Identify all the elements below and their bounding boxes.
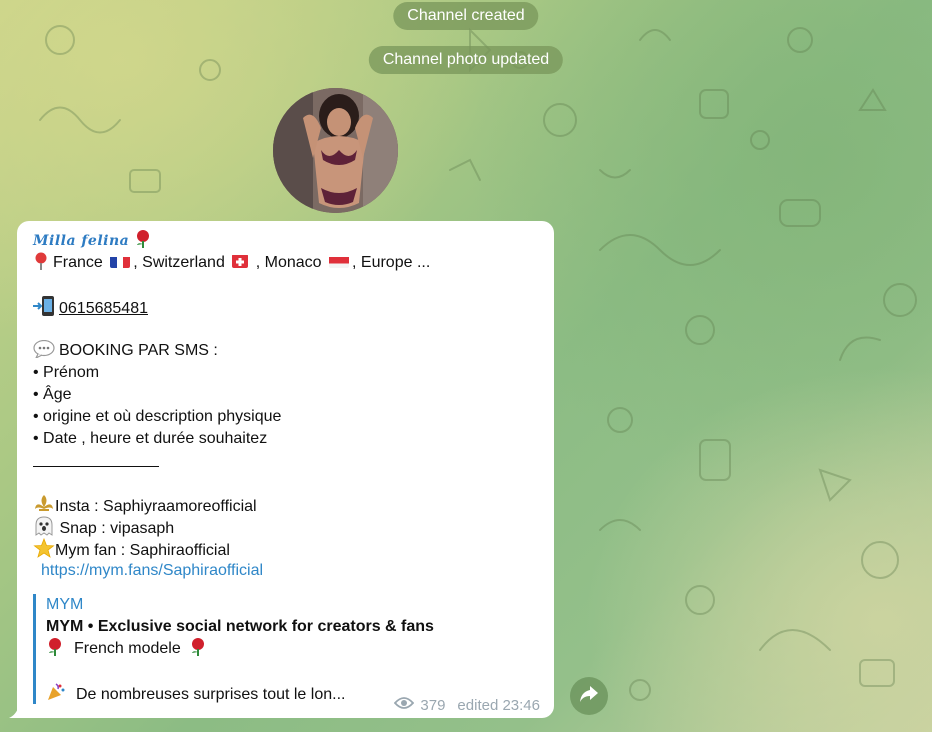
channel-post-bubble[interactable]: Milla felina France , Switzerland , Mona… bbox=[17, 221, 554, 718]
phone-number-link[interactable]: 0615685481 bbox=[59, 300, 148, 317]
view-count: 379 bbox=[420, 696, 446, 714]
mym-text: Mym fan : Saphiraofficial bbox=[55, 542, 230, 559]
mobile-phone-arrow-emoji bbox=[33, 296, 55, 323]
insta-text: Insta : Saphiyraamoreofficial bbox=[55, 498, 257, 515]
separator-line bbox=[33, 466, 159, 467]
booking-item: • origine et où description physique bbox=[33, 408, 282, 425]
switzerland-flag-icon bbox=[232, 254, 249, 268]
location-monaco: , Monaco bbox=[255, 254, 322, 271]
preview-line-2: De nombreuses surprises tout le lon... bbox=[46, 682, 345, 704]
eye-icon bbox=[394, 696, 415, 714]
post-phone-line: 0615685481 bbox=[33, 296, 148, 323]
preview-line-1-text: French modele bbox=[74, 640, 181, 657]
channel-photo-image bbox=[273, 88, 398, 213]
preview-line-1: French modele bbox=[46, 638, 211, 663]
mym-link-text[interactable]: https://mym.fans/Saphiraofficial bbox=[41, 562, 263, 579]
booking-item: • Âge bbox=[33, 386, 72, 403]
post-author: Milla felina bbox=[33, 233, 130, 249]
booking-title: BOOKING PAR SMS : bbox=[59, 342, 218, 359]
post-meta: 379 edited 23:46 bbox=[394, 696, 540, 714]
post-location-line: France , Switzerland , Monaco , Europe .… bbox=[33, 252, 430, 277]
link-preview[interactable]: MYM MYM • Exclusive social network for c… bbox=[33, 594, 536, 704]
booking-item: • Prénom bbox=[33, 364, 100, 381]
france-flag-icon bbox=[110, 255, 131, 268]
service-message-channel-created: Channel created bbox=[393, 2, 539, 30]
preview-site-name: MYM bbox=[46, 596, 84, 613]
preview-line-2-text: De nombreuses surprises tout le lon... bbox=[76, 686, 346, 703]
party-popper-emoji bbox=[46, 682, 66, 704]
channel-photo[interactable] bbox=[273, 88, 398, 213]
monaco-flag-icon bbox=[329, 255, 350, 268]
share-arrow-icon bbox=[579, 685, 599, 707]
mym-link[interactable]: https://mym.fans/Saphiraofficial bbox=[41, 560, 263, 582]
preview-title: MYM • Exclusive social network for creat… bbox=[46, 618, 434, 635]
booking-item: • Date , heure et durée souhaitez bbox=[33, 430, 268, 447]
snap-text: Snap : vipasaph bbox=[55, 520, 175, 537]
service-message-photo-updated: Channel photo updated bbox=[368, 46, 564, 74]
share-button[interactable] bbox=[570, 677, 608, 715]
location-europe: , Europe ... bbox=[352, 254, 431, 271]
edited-time: edited 23:46 bbox=[457, 696, 540, 714]
location-france: France bbox=[53, 254, 103, 271]
round-pushpin-emoji bbox=[33, 252, 49, 277]
location-switzerland: , Switzerland bbox=[133, 254, 225, 271]
rose-emoji bbox=[46, 638, 64, 663]
rose-emoji bbox=[189, 638, 207, 663]
